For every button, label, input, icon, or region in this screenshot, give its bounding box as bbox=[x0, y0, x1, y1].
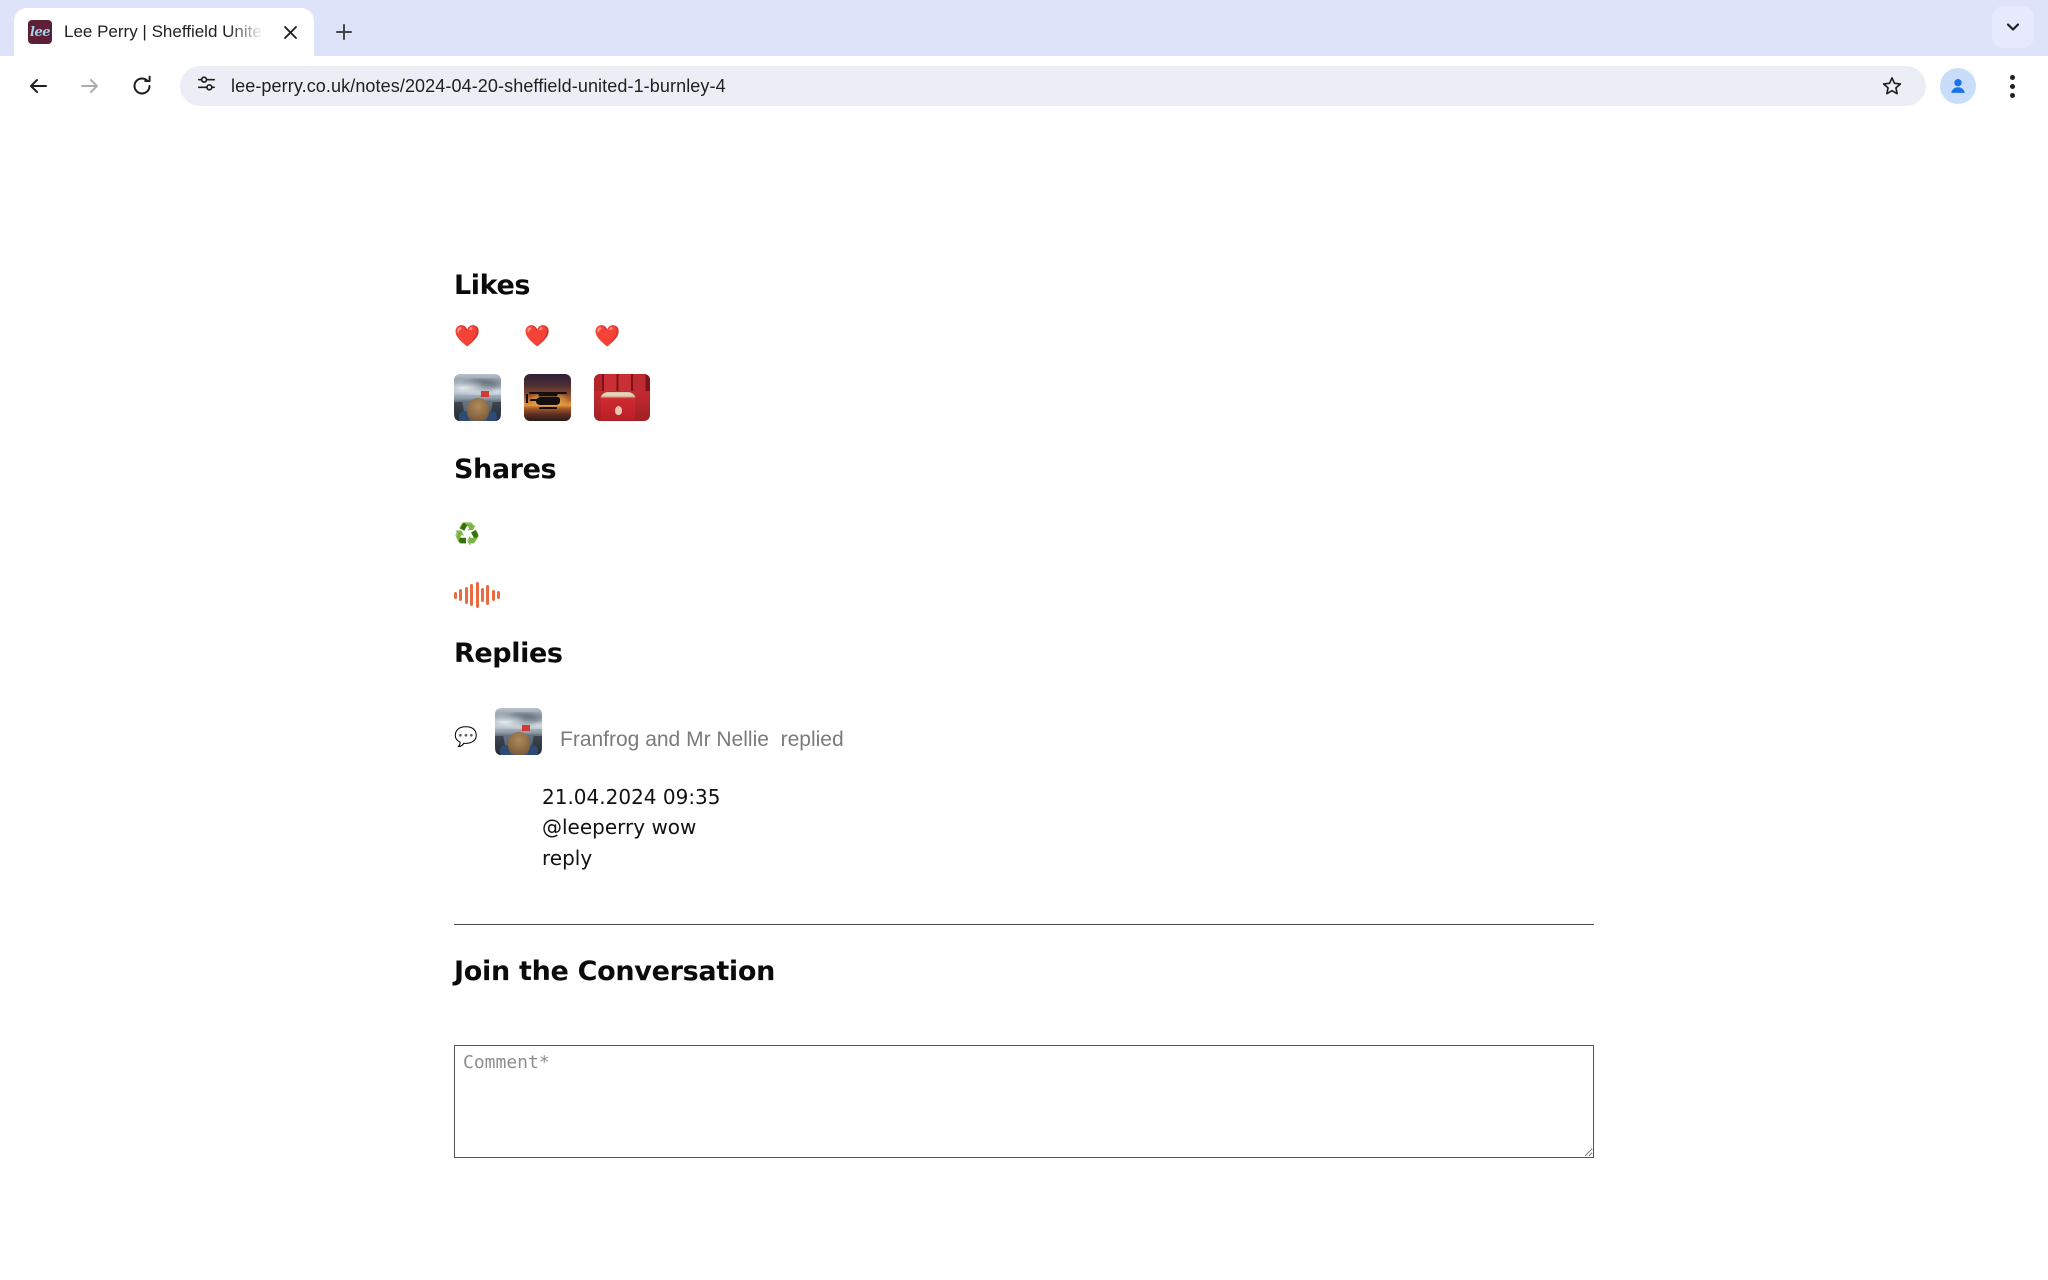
chevron-down-icon[interactable] bbox=[1992, 6, 2034, 48]
like-item[interactable]: ❤️ bbox=[454, 326, 524, 421]
new-tab-button[interactable] bbox=[324, 12, 364, 52]
person-avatar-icon[interactable] bbox=[1940, 68, 1976, 104]
join-conversation-heading: Join the Conversation bbox=[454, 956, 776, 987]
like-item[interactable]: ❤️ bbox=[594, 326, 664, 421]
pier-rail-right bbox=[530, 736, 542, 755]
reply-author-name: Franfrog and Mr Nellie bbox=[560, 728, 769, 751]
reply-timestamp: 21.04.2024 09:35 bbox=[542, 785, 721, 809]
browser-tab[interactable]: lee Lee Perry | Sheffield United 1 bbox=[14, 8, 314, 56]
browser-window: lee Lee Perry | Sheffield United 1 lee-p… bbox=[0, 0, 2048, 1280]
menu-dot bbox=[2009, 74, 2015, 80]
tune-site-settings-icon[interactable] bbox=[196, 73, 217, 99]
reply-item: 💬 Franfrog and Mr Nellie replied 21.04.2… bbox=[454, 708, 1594, 875]
address-bar[interactable]: lee-perry.co.uk/notes/2024-04-20-sheffie… bbox=[180, 66, 1926, 106]
reply-author: Franfrog and Mr Nellie replied bbox=[560, 728, 844, 752]
shares-heading: Shares bbox=[454, 454, 557, 485]
avatar-red-stadium-seats[interactable] bbox=[594, 374, 650, 421]
pier-rail-right bbox=[489, 402, 501, 421]
menu-dot bbox=[2009, 83, 2015, 89]
share-item[interactable] bbox=[454, 582, 501, 608]
avatar-helicopter-at-sunset[interactable] bbox=[524, 374, 571, 421]
forward-arrow-icon[interactable] bbox=[66, 62, 114, 110]
like-item[interactable]: ❤️ bbox=[524, 326, 594, 421]
red-flag bbox=[522, 725, 530, 731]
tail-rotor bbox=[526, 394, 528, 403]
favicon-letters: lee bbox=[30, 24, 50, 40]
back-arrow-icon[interactable] bbox=[14, 62, 62, 110]
likes-list: ❤️ ❤️ ❤️ bbox=[454, 326, 664, 421]
avatar-teddy-bear-on-pier bbox=[495, 708, 542, 755]
pier-rail-left bbox=[454, 402, 466, 421]
menu-dot bbox=[2009, 92, 2015, 98]
reply-verb: replied bbox=[780, 728, 844, 751]
club-crest bbox=[615, 406, 622, 415]
favicon-lee-perry: lee bbox=[28, 20, 52, 44]
audio-waveform-icon bbox=[454, 582, 501, 608]
section-divider bbox=[454, 924, 1594, 925]
browser-toolbar: lee-perry.co.uk/notes/2024-04-20-sheffie… bbox=[0, 56, 2048, 116]
tab-title: Lee Perry | Sheffield United 1 bbox=[64, 22, 264, 41]
tab-strip: lee Lee Perry | Sheffield United 1 bbox=[0, 0, 2048, 56]
comment-input[interactable] bbox=[454, 1045, 1594, 1158]
recycling-symbol-icon: ♻️ bbox=[454, 522, 481, 546]
speech-balloon-icon: 💬 bbox=[454, 726, 478, 748]
replies-heading: Replies bbox=[454, 638, 563, 669]
close-icon[interactable] bbox=[276, 18, 304, 46]
reload-icon[interactable] bbox=[118, 62, 166, 110]
reply-header: 💬 Franfrog and Mr Nellie replied bbox=[454, 708, 1594, 755]
avatar-teddy-bear-on-pier[interactable] bbox=[454, 374, 501, 421]
three-dot-menu-icon[interactable] bbox=[1990, 64, 2034, 108]
heart-icon: ❤️ bbox=[524, 324, 551, 348]
address-bar-url: lee-perry.co.uk/notes/2024-04-20-sheffie… bbox=[231, 75, 726, 96]
heart-icon: ❤️ bbox=[594, 324, 621, 348]
reply-body: 21.04.2024 09:35 @leeperry wow reply bbox=[542, 782, 1594, 875]
reply-link[interactable]: reply bbox=[542, 846, 592, 870]
heart-icon: ❤️ bbox=[454, 324, 481, 348]
avatar[interactable] bbox=[495, 708, 542, 755]
star-icon[interactable] bbox=[1862, 66, 1922, 106]
red-flag bbox=[481, 391, 489, 397]
pier-rail-left bbox=[495, 736, 507, 755]
page-viewport: Likes ❤️ ❤️ ❤️ Shares ♻️ Replies 💬 Franf… bbox=[0, 116, 2048, 1280]
comment-form-section: Join the Conversation bbox=[454, 956, 1594, 1158]
likes-heading: Likes bbox=[454, 270, 531, 301]
reply-text: @leeperry wow bbox=[542, 815, 697, 840]
share-item[interactable]: ♻️ bbox=[454, 524, 480, 545]
rotor-blade bbox=[529, 392, 567, 394]
